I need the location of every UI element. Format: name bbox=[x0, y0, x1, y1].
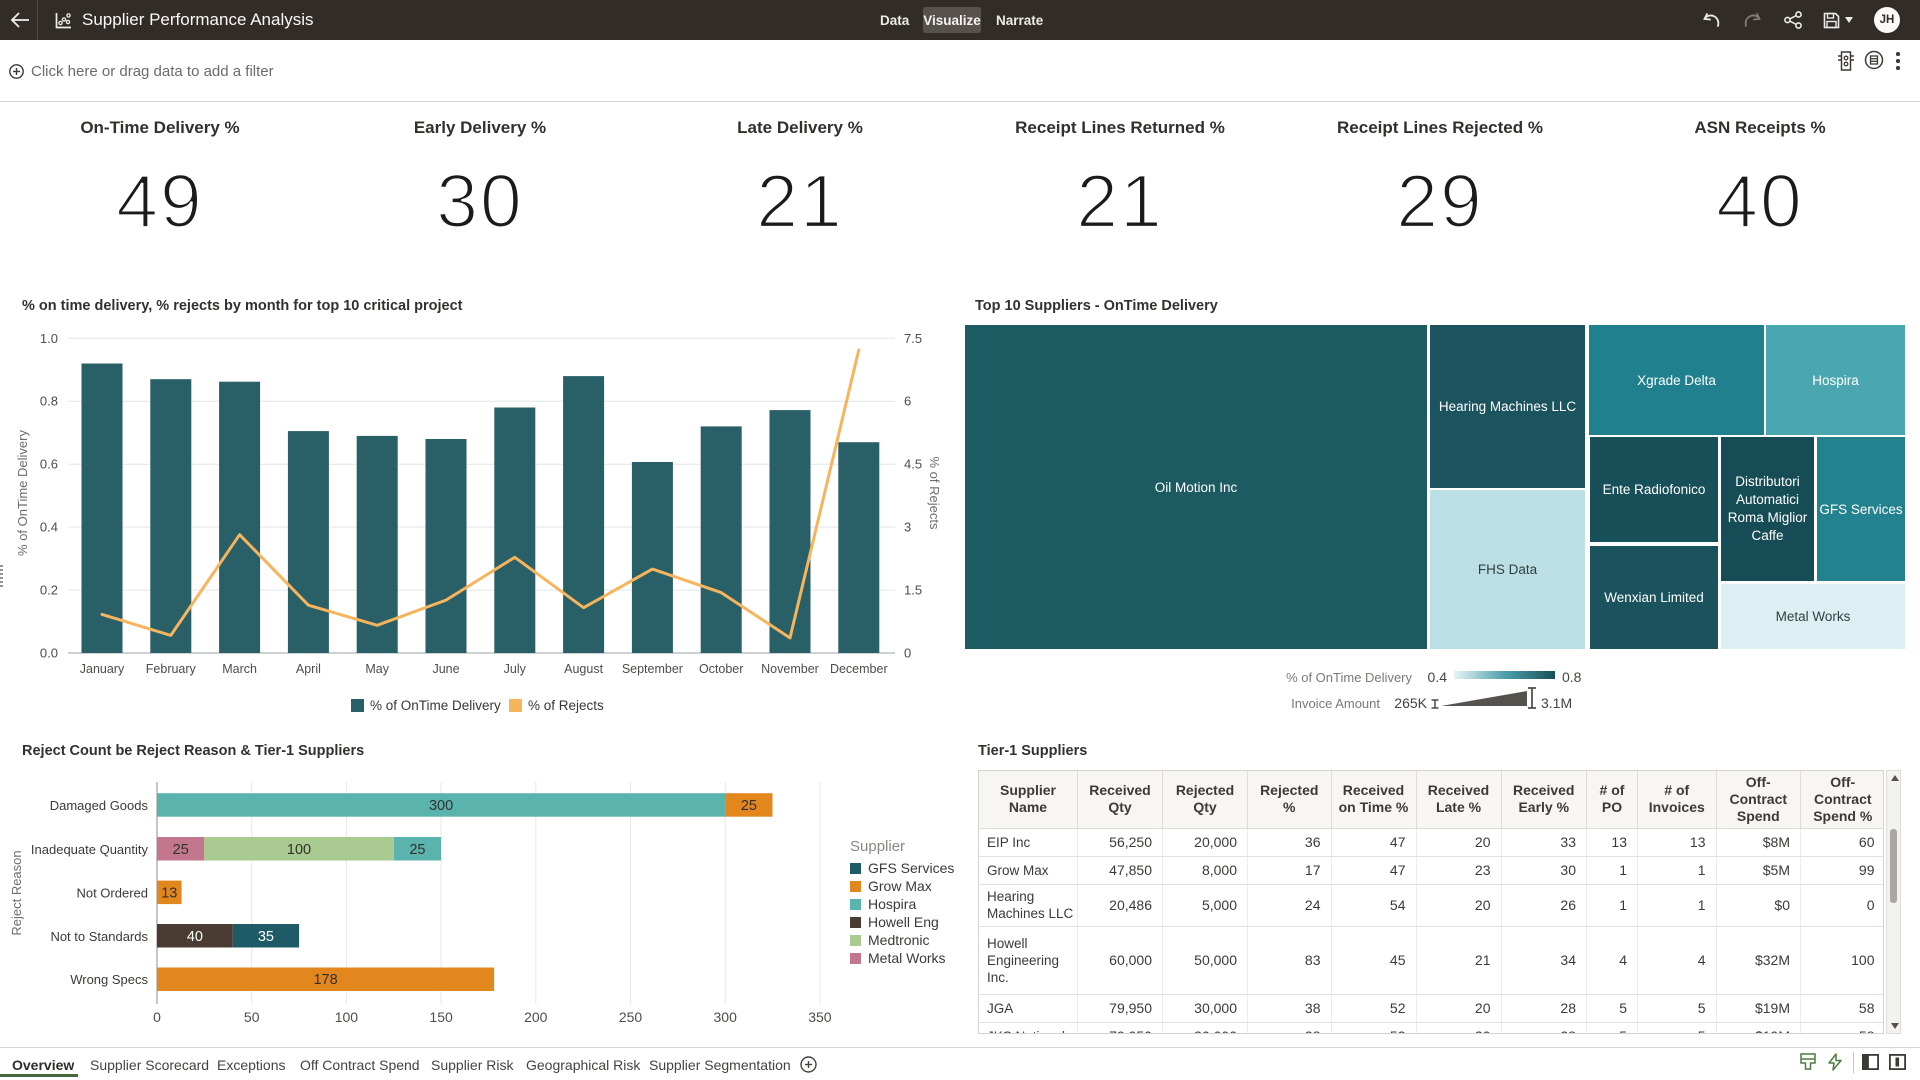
svg-text:Grow Max: Grow Max bbox=[868, 878, 932, 894]
svg-text:May: May bbox=[365, 662, 389, 676]
svg-text:Howell Eng: Howell Eng bbox=[868, 914, 939, 930]
svg-text:35: 35 bbox=[258, 929, 274, 945]
svg-text:0: 0 bbox=[904, 646, 911, 661]
svg-text:13: 13 bbox=[161, 885, 177, 901]
svg-text:January: January bbox=[80, 662, 125, 676]
svg-text:Damaged Goods: Damaged Goods bbox=[50, 798, 149, 813]
svg-text:Metal Works: Metal Works bbox=[868, 950, 946, 966]
svg-text:December: December bbox=[830, 662, 888, 676]
svg-text:Medtronic: Medtronic bbox=[868, 932, 929, 948]
svg-text:Hospira: Hospira bbox=[868, 896, 916, 912]
svg-text:Invoice Amount: Invoice Amount bbox=[1291, 696, 1380, 711]
svg-text:25: 25 bbox=[409, 842, 425, 858]
svg-text:6: 6 bbox=[904, 394, 911, 409]
svg-text:Wrong Specs: Wrong Specs bbox=[70, 972, 148, 987]
svg-text:0.4: 0.4 bbox=[1428, 669, 1448, 685]
svg-text:September: September bbox=[622, 662, 683, 676]
svg-text:100: 100 bbox=[287, 842, 311, 858]
svg-text:% of Rejects: % of Rejects bbox=[927, 457, 942, 530]
svg-text:0.4: 0.4 bbox=[40, 520, 58, 535]
svg-text:50: 50 bbox=[244, 1009, 260, 1025]
svg-text:August: August bbox=[564, 662, 603, 676]
svg-text:GFS Services: GFS Services bbox=[868, 860, 954, 876]
svg-text:November: November bbox=[761, 662, 819, 676]
svg-text:4.5: 4.5 bbox=[904, 457, 922, 472]
svg-text:3.1M: 3.1M bbox=[1541, 695, 1572, 711]
svg-text:% of OnTime Delivery: % of OnTime Delivery bbox=[1286, 670, 1412, 685]
svg-text:1.0: 1.0 bbox=[40, 331, 58, 346]
svg-text:March: March bbox=[222, 662, 257, 676]
svg-text:Not Ordered: Not Ordered bbox=[76, 885, 148, 900]
svg-text:300: 300 bbox=[714, 1009, 738, 1025]
svg-text:265K: 265K bbox=[1394, 695, 1427, 711]
svg-text:% of OnTime Delivery: % of OnTime Delivery bbox=[15, 430, 30, 556]
svg-text:178: 178 bbox=[313, 972, 337, 988]
svg-text:Reject Reason: Reject Reason bbox=[9, 850, 24, 935]
svg-text:0.0: 0.0 bbox=[40, 646, 58, 661]
svg-text:3: 3 bbox=[904, 520, 911, 535]
svg-text:0.2: 0.2 bbox=[40, 583, 58, 598]
svg-text:0.6: 0.6 bbox=[40, 457, 58, 472]
svg-text:April: April bbox=[296, 662, 321, 676]
svg-text:Not to Standards: Not to Standards bbox=[50, 929, 148, 944]
svg-text:June: June bbox=[432, 662, 459, 676]
svg-text:300: 300 bbox=[429, 798, 453, 814]
svg-text:Supplier: Supplier bbox=[850, 838, 905, 855]
svg-text:25: 25 bbox=[741, 798, 757, 814]
svg-text:200: 200 bbox=[524, 1009, 548, 1025]
svg-text:100: 100 bbox=[335, 1009, 359, 1025]
svg-text:25: 25 bbox=[173, 842, 189, 858]
svg-text:7.5: 7.5 bbox=[904, 331, 922, 346]
svg-text:% of OnTime Delivery: % of OnTime Delivery bbox=[370, 698, 501, 713]
svg-text:July: July bbox=[504, 662, 527, 676]
svg-text:0: 0 bbox=[153, 1009, 161, 1025]
svg-text:October: October bbox=[699, 662, 743, 676]
svg-text:February: February bbox=[146, 662, 197, 676]
svg-text:1.5: 1.5 bbox=[904, 583, 922, 598]
svg-text:Inadequate Quantity: Inadequate Quantity bbox=[31, 842, 149, 857]
svg-text:250: 250 bbox=[619, 1009, 643, 1025]
svg-text:150: 150 bbox=[429, 1009, 453, 1025]
svg-text:0.8: 0.8 bbox=[1562, 669, 1582, 685]
svg-text:350: 350 bbox=[808, 1009, 832, 1025]
svg-text:40: 40 bbox=[187, 929, 203, 945]
svg-text:0.8: 0.8 bbox=[40, 394, 58, 409]
svg-text:% of Rejects: % of Rejects bbox=[528, 698, 604, 713]
